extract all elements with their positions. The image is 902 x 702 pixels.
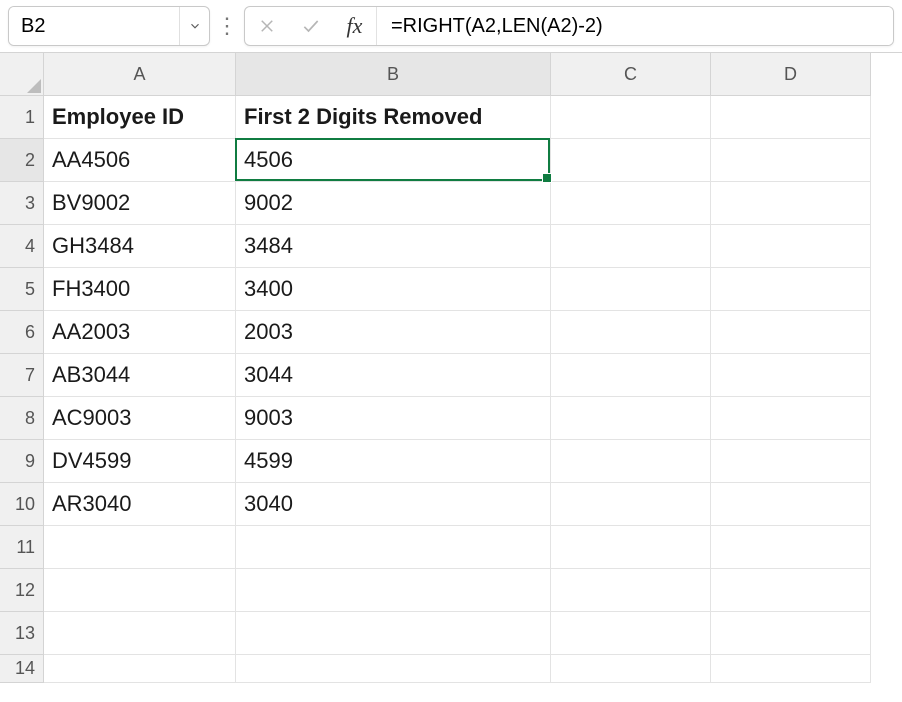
- row-header-12[interactable]: 12: [0, 569, 44, 612]
- enter-button[interactable]: [289, 7, 333, 45]
- name-box-dropdown[interactable]: [179, 7, 209, 45]
- cell-A2[interactable]: AA4506: [44, 139, 236, 182]
- cell-D10[interactable]: [711, 483, 871, 526]
- cell-C7[interactable]: [551, 354, 711, 397]
- cell-D6[interactable]: [711, 311, 871, 354]
- cell-C4[interactable]: [551, 225, 711, 268]
- cell-B14[interactable]: [236, 655, 551, 683]
- cell-B6[interactable]: 2003: [236, 311, 551, 354]
- row-header-2[interactable]: 2: [0, 139, 44, 182]
- formula-input[interactable]: [377, 7, 893, 45]
- row-header-1[interactable]: 1: [0, 96, 44, 139]
- cell-C11[interactable]: [551, 526, 711, 569]
- row-header-11[interactable]: 11: [0, 526, 44, 569]
- row-header-8[interactable]: 8: [0, 397, 44, 440]
- cell-A11[interactable]: [44, 526, 236, 569]
- cell-C2[interactable]: [551, 139, 711, 182]
- cell-D12[interactable]: [711, 569, 871, 612]
- cell-B5[interactable]: 3400: [236, 268, 551, 311]
- name-box-wrap: [8, 6, 210, 46]
- row-header-14[interactable]: 14: [0, 655, 44, 683]
- cell-B3[interactable]: 9002: [236, 182, 551, 225]
- cell-A8[interactable]: AC9003: [44, 397, 236, 440]
- cell-A12[interactable]: [44, 569, 236, 612]
- name-box[interactable]: [9, 7, 179, 45]
- row-header-4[interactable]: 4: [0, 225, 44, 268]
- cell-A14[interactable]: [44, 655, 236, 683]
- cell-A7[interactable]: AB3044: [44, 354, 236, 397]
- col-header-A[interactable]: A: [44, 53, 236, 96]
- x-icon: [258, 17, 276, 35]
- spreadsheet-grid: A B C D 1 Employee ID First 2 Digits Rem…: [0, 52, 902, 698]
- cell-C14[interactable]: [551, 655, 711, 683]
- formula-controls: fx: [244, 6, 894, 46]
- cell-A13[interactable]: [44, 612, 236, 655]
- select-all-corner[interactable]: [0, 53, 44, 96]
- row-header-7[interactable]: 7: [0, 354, 44, 397]
- row-header-3[interactable]: 3: [0, 182, 44, 225]
- insert-function-button[interactable]: fx: [333, 7, 377, 45]
- cell-B4[interactable]: 3484: [236, 225, 551, 268]
- row-header-5[interactable]: 5: [0, 268, 44, 311]
- cell-C8[interactable]: [551, 397, 711, 440]
- cell-A3[interactable]: BV9002: [44, 182, 236, 225]
- cell-B1[interactable]: First 2 Digits Removed: [236, 96, 551, 139]
- cell-D9[interactable]: [711, 440, 871, 483]
- cell-C12[interactable]: [551, 569, 711, 612]
- cell-D2[interactable]: [711, 139, 871, 182]
- cell-B7[interactable]: 3044: [236, 354, 551, 397]
- cell-A9[interactable]: DV4599: [44, 440, 236, 483]
- cell-C5[interactable]: [551, 268, 711, 311]
- formula-bar: ⋮ fx: [0, 0, 902, 52]
- col-header-D[interactable]: D: [711, 53, 871, 96]
- cell-C6[interactable]: [551, 311, 711, 354]
- cell-B9[interactable]: 4599: [236, 440, 551, 483]
- cell-D13[interactable]: [711, 612, 871, 655]
- cell-B2[interactable]: 4506: [236, 139, 551, 182]
- cell-D1[interactable]: [711, 96, 871, 139]
- cell-B10[interactable]: 3040: [236, 483, 551, 526]
- cell-A4[interactable]: GH3484: [44, 225, 236, 268]
- chevron-down-icon: [188, 19, 202, 33]
- cell-C3[interactable]: [551, 182, 711, 225]
- cell-A5[interactable]: FH3400: [44, 268, 236, 311]
- cell-A1[interactable]: Employee ID: [44, 96, 236, 139]
- cell-D14[interactable]: [711, 655, 871, 683]
- cell-C9[interactable]: [551, 440, 711, 483]
- col-header-C[interactable]: C: [551, 53, 711, 96]
- cell-B8[interactable]: 9003: [236, 397, 551, 440]
- fx-label: fx: [347, 13, 363, 39]
- row-header-10[interactable]: 10: [0, 483, 44, 526]
- cell-C1[interactable]: [551, 96, 711, 139]
- cell-B11[interactable]: [236, 526, 551, 569]
- row-header-9[interactable]: 9: [0, 440, 44, 483]
- check-icon: [301, 16, 321, 36]
- cell-D7[interactable]: [711, 354, 871, 397]
- cell-B12[interactable]: [236, 569, 551, 612]
- cell-D8[interactable]: [711, 397, 871, 440]
- cell-B13[interactable]: [236, 612, 551, 655]
- cell-A6[interactable]: AA2003: [44, 311, 236, 354]
- cell-D3[interactable]: [711, 182, 871, 225]
- vertical-dots-icon[interactable]: ⋮: [216, 15, 238, 37]
- cancel-button[interactable]: [245, 7, 289, 45]
- cell-C13[interactable]: [551, 612, 711, 655]
- row-header-13[interactable]: 13: [0, 612, 44, 655]
- col-header-B[interactable]: B: [236, 53, 551, 96]
- cell-C10[interactable]: [551, 483, 711, 526]
- cell-D11[interactable]: [711, 526, 871, 569]
- cell-A10[interactable]: AR3040: [44, 483, 236, 526]
- cell-D5[interactable]: [711, 268, 871, 311]
- row-header-6[interactable]: 6: [0, 311, 44, 354]
- cell-D4[interactable]: [711, 225, 871, 268]
